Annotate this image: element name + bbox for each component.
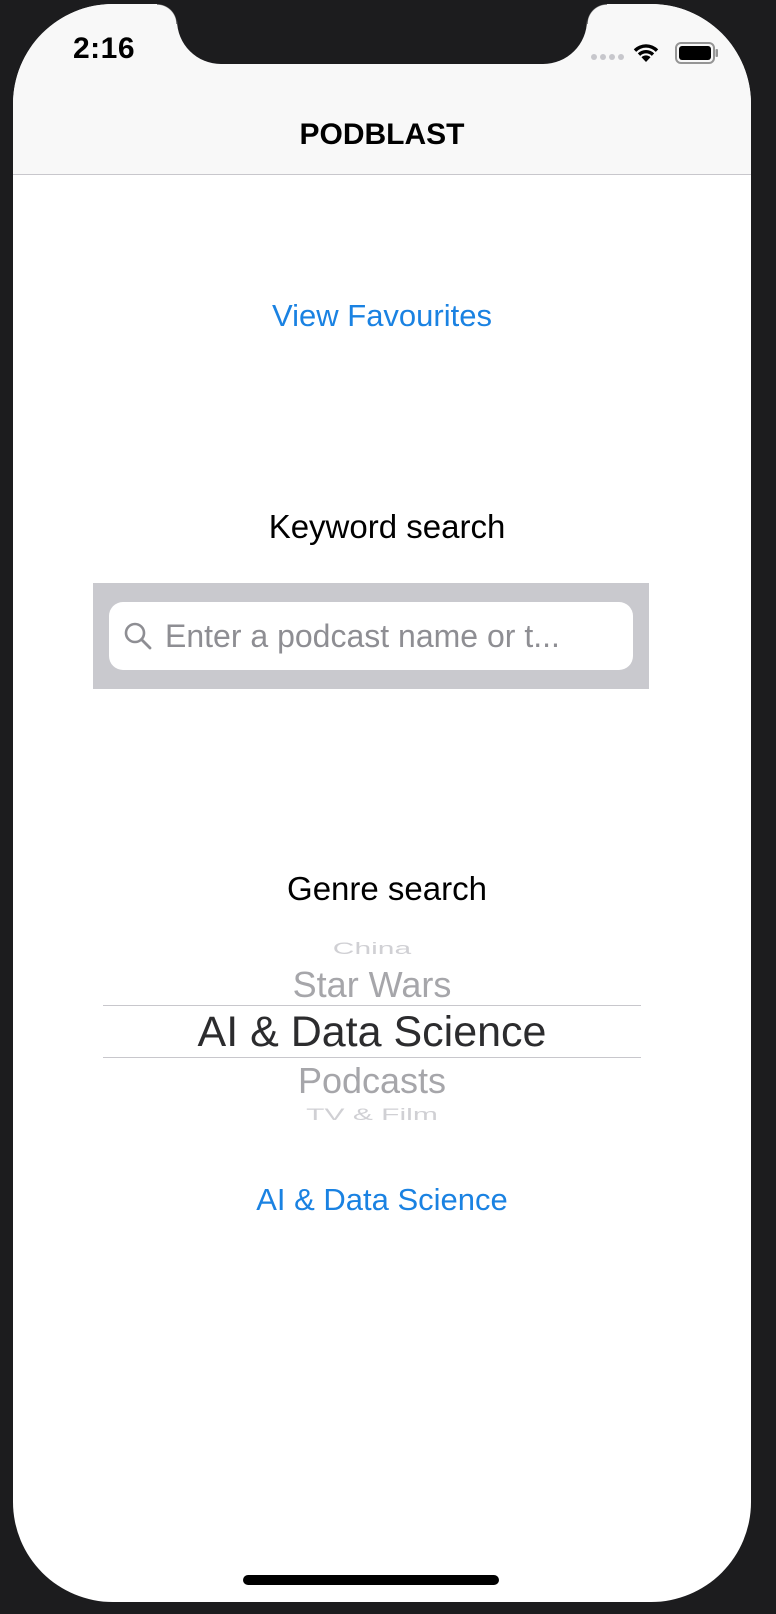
cellular-signal-icon [591, 54, 624, 60]
genre-picker[interactable]: China Star Wars AI & Data Science Podcas… [103, 940, 641, 1126]
search-bar [93, 583, 649, 689]
device-notch [157, 4, 607, 64]
picker-item-selected[interactable]: AI & Data Science [103, 1008, 641, 1057]
nav-title: PODBLAST [299, 118, 465, 151]
view-favourites-button[interactable]: View Favourites [13, 298, 751, 334]
genre-search-button[interactable]: AI & Data Science [13, 1182, 751, 1218]
picker-item[interactable]: Podcasts [103, 1060, 641, 1102]
picker-item[interactable]: China [103, 940, 641, 958]
genre-search-label: Genre search [287, 870, 487, 907]
search-field[interactable] [109, 602, 633, 670]
battery-icon [675, 42, 718, 64]
home-indicator[interactable] [243, 1575, 499, 1585]
search-icon [124, 622, 152, 650]
status-bar: 2:16 [13, 4, 751, 100]
app-screen: 2:16 PODBLAST View Favourites Keyword se… [13, 4, 751, 1602]
wifi-icon [633, 44, 659, 62]
picker-selection-bottom-divider [103, 1057, 641, 1058]
navigation-bar: PODBLAST [13, 100, 751, 175]
picker-item[interactable]: TV & Film [103, 1106, 641, 1125]
picker-item[interactable]: Star Wars [103, 964, 641, 1006]
search-input[interactable] [165, 617, 605, 655]
keyword-search-label: Keyword search [268, 508, 506, 545]
status-time: 2:16 [73, 32, 136, 65]
picker-selection-top-divider [103, 1005, 641, 1006]
